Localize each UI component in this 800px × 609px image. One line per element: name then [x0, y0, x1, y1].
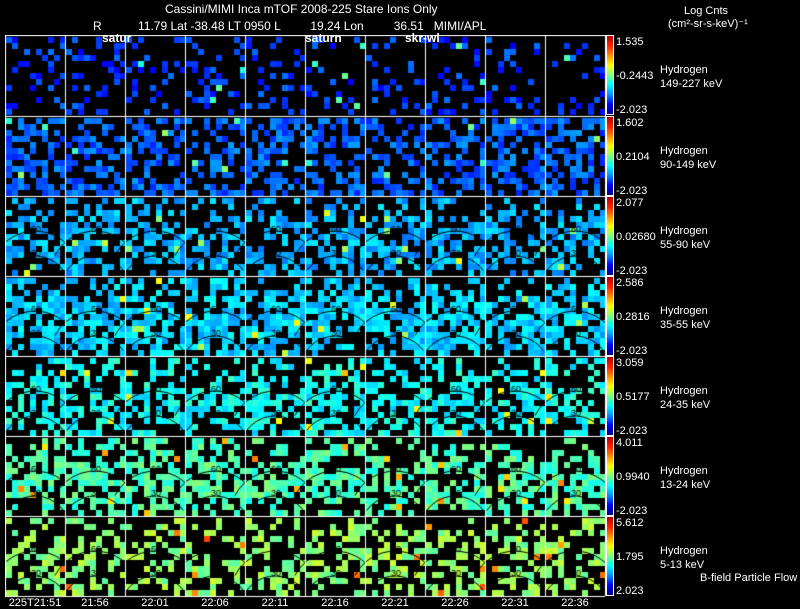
- colorbar: [606, 436, 614, 516]
- colorbar: [606, 35, 614, 115]
- colorbar-min: 2.023: [616, 585, 644, 597]
- footer-note: B-field Particle Flow: [700, 572, 798, 584]
- colorbar-max: 3.059: [616, 357, 644, 369]
- panel-label: Hydrogen 5-13 keV: [660, 544, 708, 572]
- species-label: Hydrogen: [660, 225, 708, 237]
- species-label: Hydrogen: [660, 545, 708, 557]
- energy-label: 55-90 keV: [660, 239, 711, 251]
- species-label: Hydrogen: [660, 385, 708, 397]
- time-label: 22:31: [501, 597, 529, 609]
- time-label: 22:26: [441, 597, 469, 609]
- species-label: Hydrogen: [660, 465, 708, 477]
- panel-label: Hydrogen 55-90 keV: [660, 224, 710, 252]
- colorbar-min: -2.023: [616, 345, 648, 357]
- colorbar-mid: -0.2443: [616, 70, 654, 82]
- colorbar-mid: 0.2104: [616, 151, 650, 163]
- colorbar-min: -2.023: [616, 265, 648, 277]
- colorbar-mid: 0.2816: [616, 311, 650, 323]
- panel-label: Hydrogen 13-24 keV: [660, 464, 710, 492]
- energy-label: 24-35 keV: [660, 399, 711, 411]
- panel-label: Hydrogen 90-149 keV: [660, 144, 716, 172]
- species-label: Hydrogen: [660, 305, 708, 317]
- r-label: R: [93, 19, 102, 33]
- time-label: 22:21: [381, 597, 409, 609]
- colorbar-max: 2.586: [616, 277, 644, 289]
- colorbar-max: 4.011: [616, 437, 643, 449]
- colorbar-mid: 0.02680: [616, 231, 656, 243]
- time-label: 225T21:51: [8, 597, 62, 609]
- colorbar: [606, 356, 614, 436]
- colorbar-min: -2.023: [616, 185, 648, 197]
- colorbar-mid: 1.795: [616, 551, 644, 563]
- energy-label: 5-13 keV: [660, 559, 705, 571]
- colorbar: [606, 516, 614, 596]
- overlay-label-satur: satur: [102, 31, 132, 45]
- species-label: Hydrogen: [660, 145, 708, 157]
- time-label: 21:56: [81, 597, 109, 609]
- colorbar: [606, 276, 614, 356]
- colorbar-min: -2.023: [616, 104, 648, 116]
- time-label: 22:16: [321, 597, 349, 609]
- time-label: 22:36: [561, 597, 589, 609]
- colorbar: [606, 116, 614, 196]
- colorbar-max: 1.602: [616, 117, 644, 129]
- panel-label: Hydrogen 35-55 keV: [660, 304, 710, 332]
- energy-label: 90-149 keV: [660, 159, 717, 171]
- colorbar-max: 2.077: [616, 197, 644, 209]
- time-label: 22:11: [261, 597, 289, 609]
- colorbar-mid: 0.5177: [616, 391, 650, 403]
- species-label: Hydrogen: [660, 64, 708, 76]
- overlay-label-saturn: saturn: [305, 31, 342, 45]
- time-label: 22:06: [201, 597, 229, 609]
- time-label: 22:01: [141, 597, 169, 609]
- colorbar-min: -2.023: [616, 505, 648, 517]
- image-grid: [5, 35, 606, 598]
- colorbar: [606, 196, 614, 276]
- overlay-label-skr: skr-wl: [405, 31, 440, 45]
- colorbar-max: 1.535: [616, 36, 644, 48]
- units-label: (cm²-sr-s-keV)⁻¹: [668, 18, 748, 30]
- colorbar-min: -2.023: [616, 425, 648, 437]
- energy-label: 35-55 keV: [660, 319, 711, 331]
- panel-label: Hydrogen 149-227 keV: [660, 63, 722, 91]
- energy-label: 13-24 keV: [660, 479, 711, 491]
- energy-label: 149-227 keV: [660, 78, 723, 90]
- colorbar-max: 5.612: [616, 517, 644, 529]
- plot-title: Cassini/MIMI Inca mTOF 2008-225 Stare Io…: [165, 2, 438, 16]
- panel-label: Hydrogen 24-35 keV: [660, 384, 710, 412]
- colorbar-mid: 0.9940: [616, 471, 650, 483]
- units-title: Log Cnts: [684, 5, 729, 17]
